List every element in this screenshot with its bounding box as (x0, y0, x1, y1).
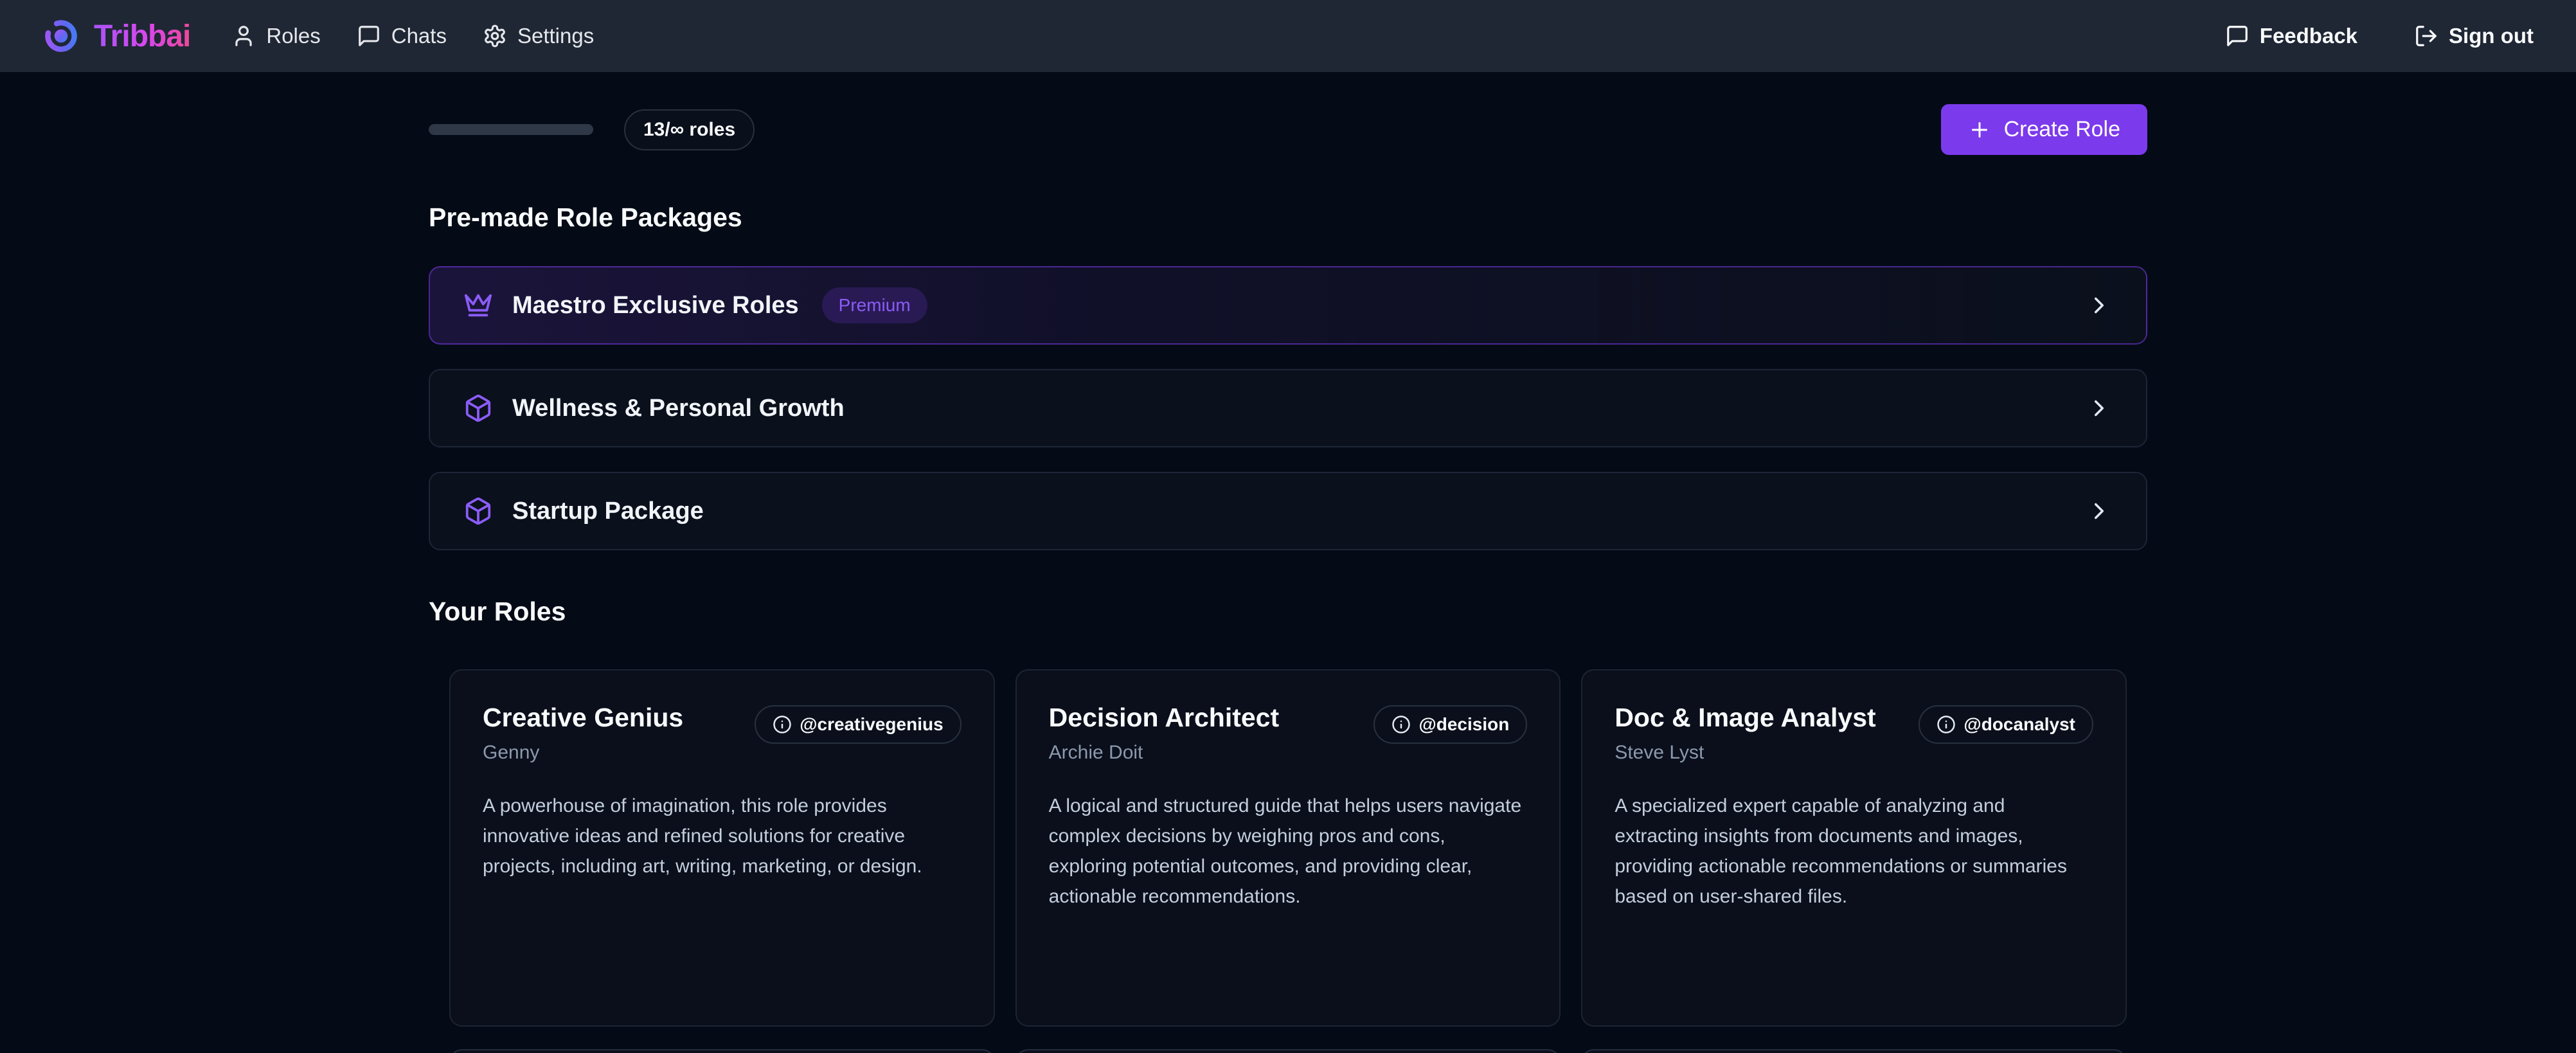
package-title: Maestro Exclusive Roles (512, 292, 799, 320)
roles-toolbar: 13/∞ roles Create Role (429, 104, 2147, 155)
role-subtitle: Archie Doit (1049, 742, 1279, 764)
role-cards-grid: Creative Genius Genny @creativegenius A … (449, 669, 2127, 1027)
primary-nav: Roles Chats Settings (231, 24, 594, 48)
role-card-decision-architect[interactable]: Decision Architect Archie Doit @decision… (1015, 669, 1561, 1027)
logout-icon (2414, 24, 2438, 48)
nav-label: Settings (517, 24, 594, 48)
package-icon (463, 496, 493, 526)
message-icon (2225, 24, 2250, 48)
info-icon (773, 715, 792, 734)
plus-icon (1968, 118, 1991, 141)
role-cards-grid-next-row (449, 1049, 2127, 1053)
role-handle: @docanalyst (1963, 714, 2075, 735)
package-row-wellness[interactable]: Wellness & Personal Growth (429, 369, 2147, 447)
nav-label: Feedback (2260, 24, 2357, 48)
crown-icon (463, 291, 493, 320)
nav-right: Feedback Sign out (2225, 24, 2534, 48)
role-handle: @creativegenius (800, 714, 943, 735)
info-icon (1391, 715, 1411, 734)
role-card-creative-genius[interactable]: Creative Genius Genny @creativegenius A … (449, 669, 995, 1027)
role-card-partial[interactable] (449, 1049, 995, 1053)
roles-count-badge: 13/∞ roles (624, 109, 755, 150)
package-list: Maestro Exclusive Roles Premium Wellness… (429, 266, 2147, 550)
message-icon (357, 24, 381, 48)
role-handle: @decision (1418, 714, 1509, 735)
nav-label: Roles (266, 24, 320, 48)
gear-icon (483, 24, 507, 48)
chevron-right-icon (2086, 498, 2113, 525)
package-row-startup[interactable]: Startup Package (429, 472, 2147, 550)
premium-badge: Premium (822, 287, 927, 323)
package-row-maestro[interactable]: Maestro Exclusive Roles Premium (429, 266, 2147, 345)
main-content: 13/∞ roles Create Role Pre-made Role Pac… (429, 72, 2147, 1053)
premade-packages-heading: Pre-made Role Packages (429, 203, 2147, 233)
chevron-right-icon (2086, 395, 2113, 422)
role-handle-badge[interactable]: @docanalyst (1919, 705, 2093, 744)
role-card-partial[interactable] (1581, 1049, 2127, 1053)
brand-name: Tribbai (94, 19, 190, 54)
role-description: A powerhouse of imagination, this role p… (483, 791, 962, 881)
info-icon (1936, 715, 1956, 734)
role-handle-badge[interactable]: @creativegenius (755, 705, 961, 744)
nav-item-roles[interactable]: Roles (231, 24, 320, 48)
brand[interactable]: Tribbai (42, 17, 190, 55)
role-description: A specialized expert capable of analyzin… (1614, 791, 2093, 912)
create-role-button[interactable]: Create Role (1941, 104, 2147, 155)
nav-label: Sign out (2449, 24, 2534, 48)
role-handle-badge[interactable]: @decision (1373, 705, 1527, 744)
sign-out-button[interactable]: Sign out (2414, 24, 2534, 48)
chevron-right-icon (2086, 292, 2113, 319)
role-card-partial[interactable] (1015, 1049, 1561, 1053)
role-description: A logical and structured guide that help… (1049, 791, 1528, 912)
nav-label: Chats (391, 24, 447, 48)
nav-item-chats[interactable]: Chats (357, 24, 447, 48)
top-navbar: Tribbai Roles Chats Settings Fe (0, 0, 2576, 72)
your-roles-heading: Your Roles (429, 597, 2147, 627)
create-role-label: Create Role (2004, 117, 2120, 142)
package-title: Wellness & Personal Growth (512, 395, 845, 422)
role-title: Decision Architect (1049, 703, 1279, 733)
role-title: Doc & Image Analyst (1614, 703, 1875, 733)
roles-progress-bar (429, 124, 593, 135)
package-title: Startup Package (512, 498, 704, 525)
role-title: Creative Genius (483, 703, 683, 733)
role-subtitle: Genny (483, 742, 683, 764)
feedback-button[interactable]: Feedback (2225, 24, 2357, 48)
tribbai-logo-icon (42, 17, 80, 55)
role-subtitle: Steve Lyst (1614, 742, 1875, 764)
package-icon (463, 393, 493, 423)
role-card-doc-image-analyst[interactable]: Doc & Image Analyst Steve Lyst @docanaly… (1581, 669, 2127, 1027)
nav-item-settings[interactable]: Settings (483, 24, 594, 48)
user-icon (231, 24, 256, 48)
